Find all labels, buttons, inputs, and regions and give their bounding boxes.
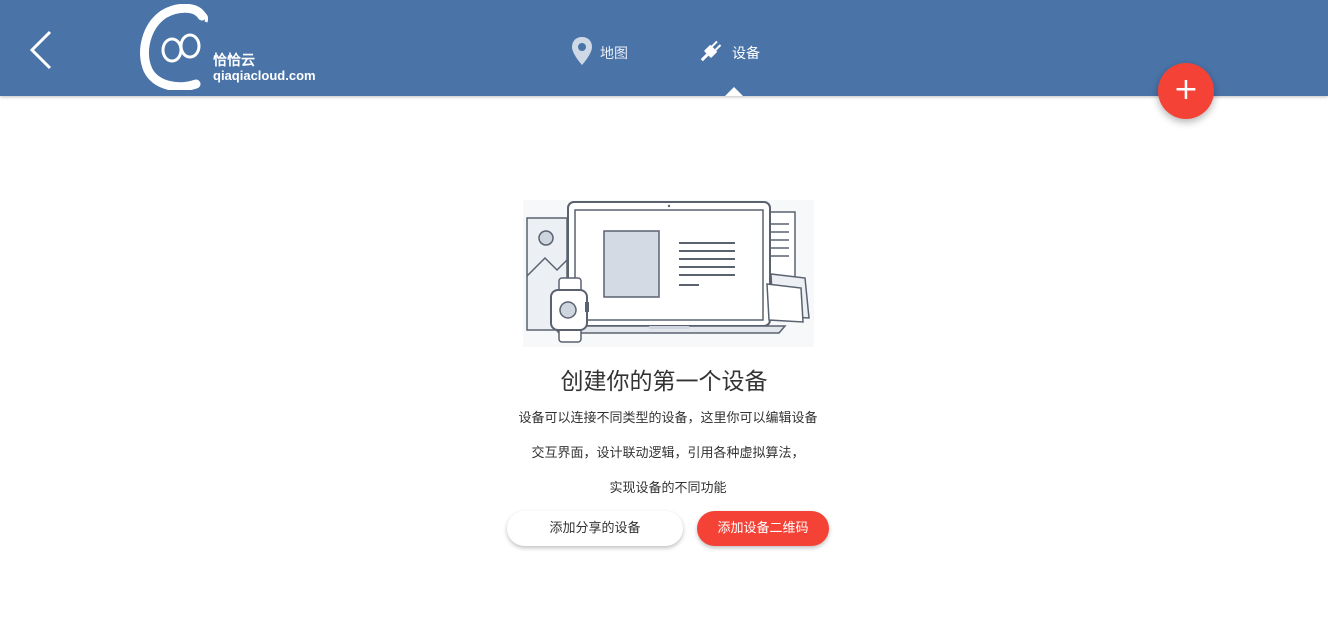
tab-device[interactable]: 设备 [698,38,760,68]
map-pin-icon [572,37,600,69]
tab-map-label: 地图 [600,46,628,62]
back-arrow-icon[interactable] [24,28,58,72]
empty-state-illustration [523,200,814,347]
add-fab-button[interactable]: + [1158,63,1214,119]
plug-icon [698,38,732,68]
empty-state-title: 创建你的第一个设备 [560,369,768,395]
empty-state-description-line: 实现设备的不同功能 [609,481,727,496]
top-header: 恰恰云 qiaqiacloud.com 地图 设备 [0,0,1328,96]
logo-text: 恰恰云 [213,53,255,69]
add-shared-device-button[interactable]: 添加分享的设备 [507,511,683,546]
tab-device-label: 设备 [732,46,760,62]
empty-state-description-line: 设备可以连接不同类型的设备，这里你可以编辑设备 [518,411,818,426]
add-device-qrcode-button[interactable]: 添加设备二维码 [697,511,829,546]
active-tab-indicator [725,87,743,96]
empty-state-description-line: 交互界面，设计联动逻辑，引用各种虚拟算法， [531,446,805,461]
logo-url: qiaqiacloud.com [213,68,316,83]
tab-map[interactable]: 地图 [572,37,628,69]
